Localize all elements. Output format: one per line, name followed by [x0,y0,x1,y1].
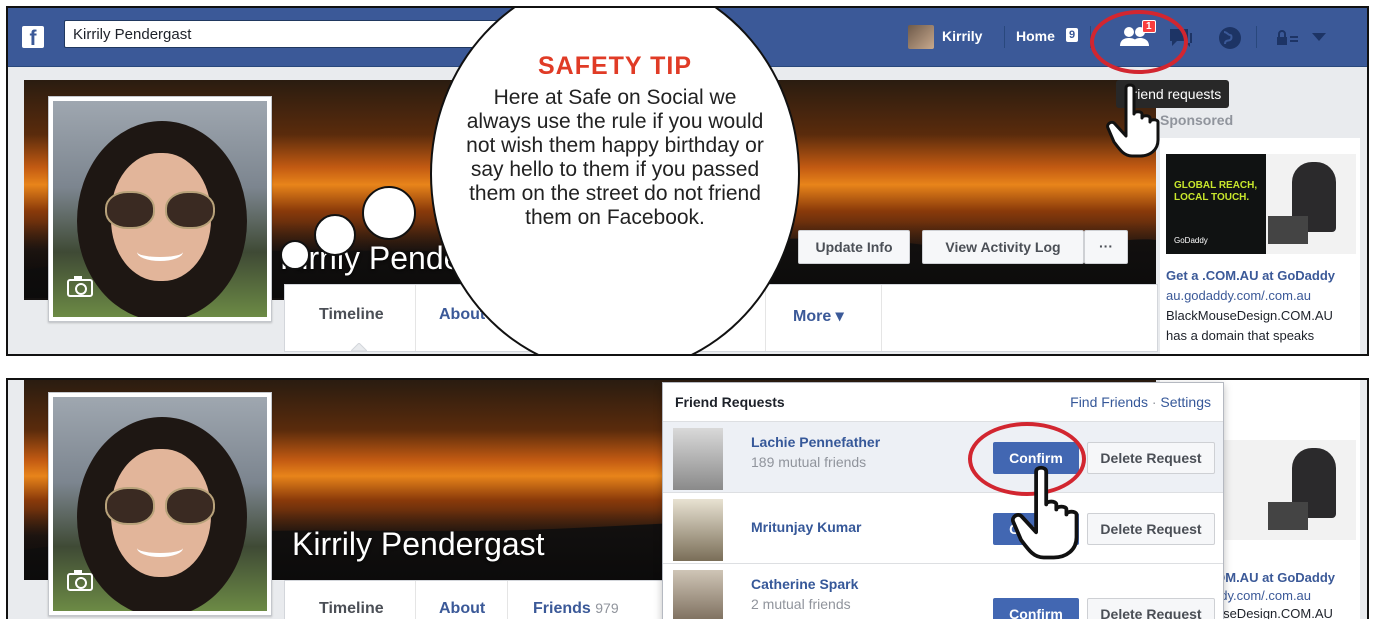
safety-tip-title: SAFETY TIP [537,52,692,80]
divider [415,581,416,619]
requester-avatar[interactable] [673,570,723,619]
divider [1256,26,1257,48]
profile-link[interactable]: Kirrily [942,28,982,44]
profile-picture[interactable] [48,392,272,616]
pointer-hand-icon [1106,82,1168,158]
home-link[interactable]: Home [1016,28,1055,44]
ad-banner-line1: GLOBAL REACH, [1174,180,1258,191]
link-separator: · [1151,394,1157,410]
requester-avatar[interactable] [673,428,723,490]
tab-friends-label: Friends [533,600,591,617]
tab-more[interactable]: More ▾ [793,306,844,326]
dropdown-links: Find Friends · Settings [1070,394,1211,410]
thought-dot-large [362,186,416,240]
requester-name[interactable]: Catherine Spark [751,576,858,592]
ad-title-link[interactable]: Get a .COM.AU at GoDaddy [1166,268,1335,283]
user-avatar[interactable] [908,25,934,49]
confirm-button[interactable]: Confirm [993,598,1079,619]
sponsored-label: Sponsored [1160,112,1234,128]
delete-request-button[interactable]: Delete Request [1087,442,1215,474]
camera-icon[interactable] [67,570,93,591]
delete-request-button[interactable]: Delete Request [1087,513,1215,545]
mutual-friends[interactable]: 189 mutual friends [751,454,866,470]
ad-image[interactable]: GLOBAL REACH, LOCAL TOUCH. GoDaddy [1166,154,1356,254]
view-activity-log-button[interactable]: View Activity Log [922,230,1084,264]
dropdown-title: Friend Requests [675,394,785,410]
update-info-button[interactable]: Update Info [798,230,910,264]
mutual-friends[interactable]: 2 mutual friends [751,596,851,612]
more-options-button[interactable]: ··· [1084,230,1128,264]
friend-request-item: Mritunjay Kumar Confirm Delete Request [663,493,1223,564]
bottom-panel: Kirrily Pendergast Timeline About Friend… [6,378,1369,619]
highlight-ring [1090,10,1188,74]
requester-avatar[interactable] [673,499,723,561]
ad-banner-line2: LOCAL TOUCH. [1174,192,1250,203]
sponsored-ad[interactable]: GLOBAL REACH, LOCAL TOUCH. GoDaddy Get a… [1160,138,1360,354]
safety-tip-body: Here at Safe on Social we always use the… [466,86,764,229]
chevron-down-icon[interactable] [1312,32,1326,42]
divider [1004,26,1005,48]
ad-monitor [1268,502,1308,530]
delete-request-button[interactable]: Delete Request [1087,598,1215,619]
ad-monitor [1268,216,1308,244]
tab-timeline[interactable]: Timeline [319,306,384,324]
friend-requests-dropdown: Friend Requests Find Friends · Settings … [662,382,1224,619]
profile-name[interactable]: Kirrily Pendergast [292,526,545,563]
divider [765,285,766,351]
friend-request-item: Lachie Pennefather 189 mutual friends Co… [663,422,1223,493]
facebook-logo-icon[interactable]: f [22,26,44,50]
ad-url[interactable]: au.godaddy.com/.com.au [1166,288,1311,303]
privacy-lock-icon[interactable] [1276,30,1300,46]
camera-icon[interactable] [67,276,93,297]
divider [881,285,882,351]
dropdown-header: Friend Requests Find Friends · Settings [663,383,1223,422]
friends-count: 979 [595,600,619,616]
divider [415,285,416,351]
globe-icon[interactable] [1218,26,1242,50]
top-panel: f Kirrily Pendergast Kirrily Home 9 1 Ki… [6,6,1369,356]
ad-text-line2: has a domain that speaks [1166,328,1315,343]
requester-name[interactable]: Mritunjay Kumar [751,519,861,535]
find-friends-link[interactable]: Find Friends [1070,394,1148,410]
ad-text-line1: BlackMouseDesign.COM.AU [1166,308,1333,323]
pointer-hand-icon [1008,464,1092,560]
requester-name[interactable]: Lachie Pennefather [751,434,880,450]
profile-picture[interactable] [48,96,272,322]
search-input[interactable]: Kirrily Pendergast [64,20,534,48]
tab-timeline[interactable]: Timeline [319,600,384,618]
friend-request-item: Catherine Spark 2 mutual friends Confirm… [663,564,1223,619]
thought-dot-medium [314,214,356,256]
ad-banner: GLOBAL REACH, LOCAL TOUCH. GoDaddy [1166,154,1266,254]
tab-friends[interactable]: Friends 979 [533,600,619,618]
divider [507,581,508,619]
settings-link[interactable]: Settings [1160,394,1211,410]
ad-logo: GoDaddy [1174,236,1208,245]
tab-about[interactable]: About [439,600,485,618]
thought-dot-small [280,240,310,270]
safety-tip-bubble: SAFETY TIP Here at Safe on Social we alw… [430,8,800,354]
home-count-badge: 9 [1066,28,1079,42]
